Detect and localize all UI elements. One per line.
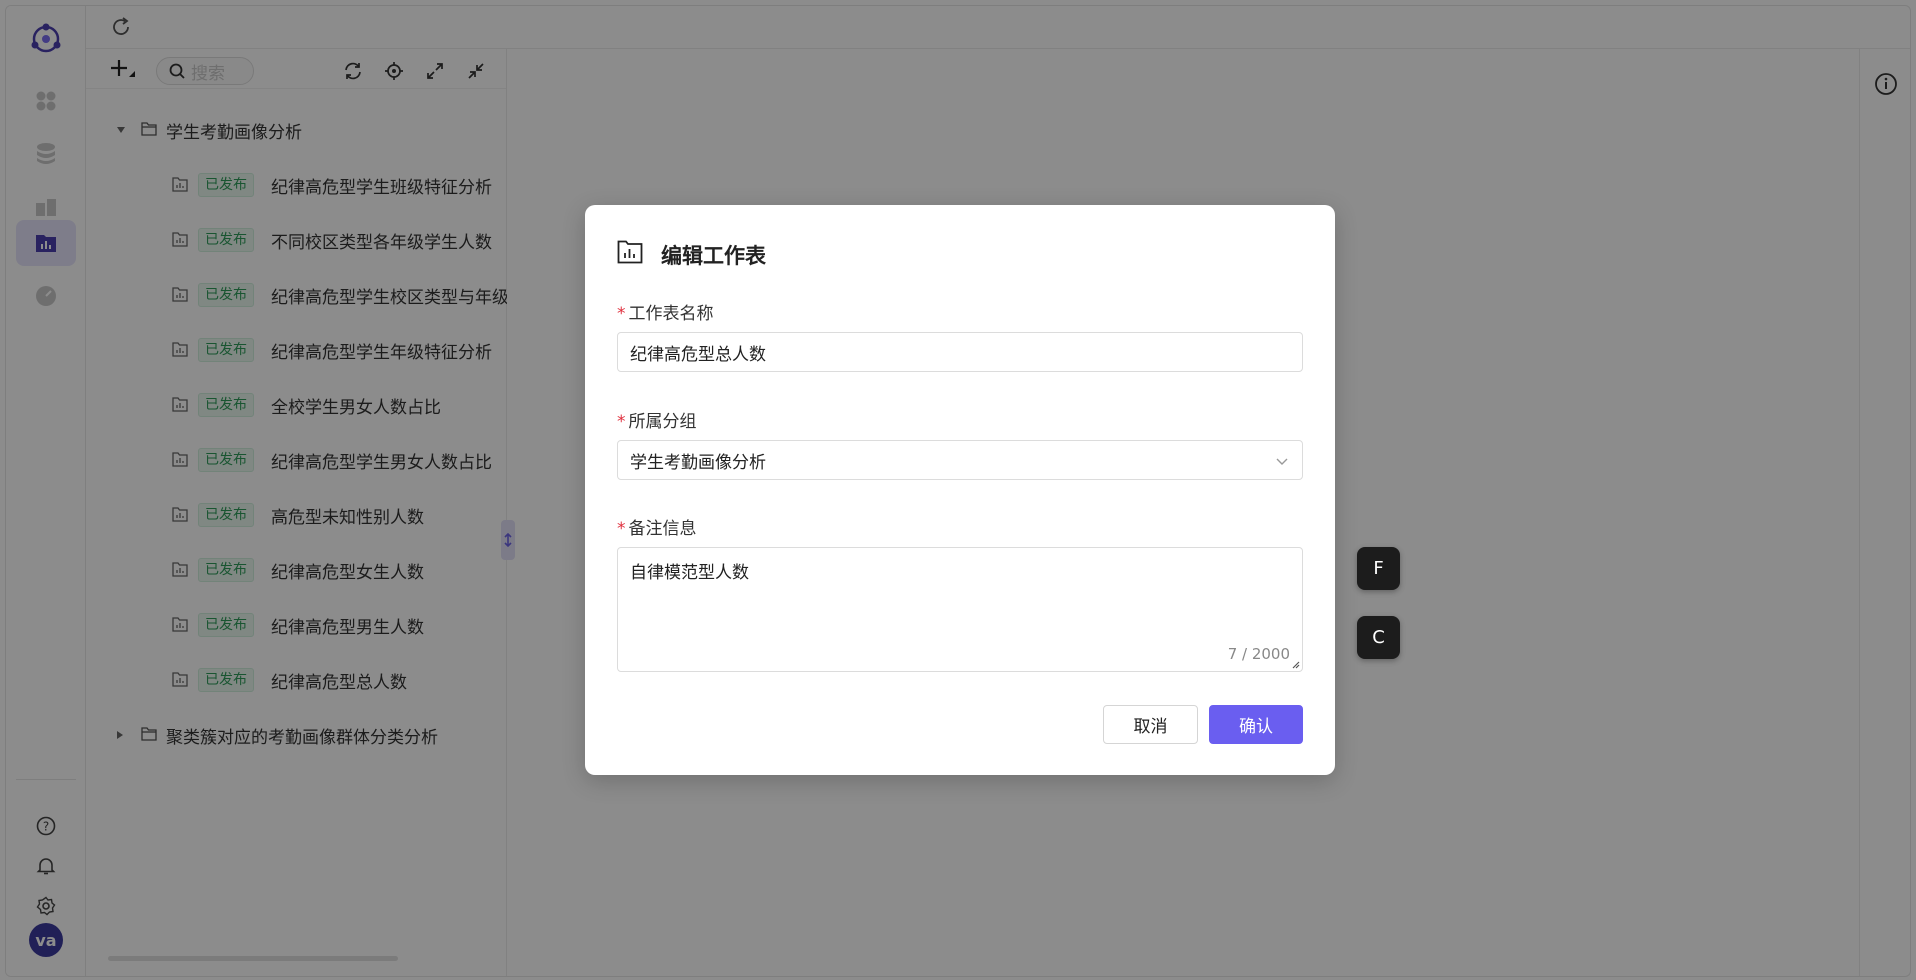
char-count: 7 / 2000 [1227, 645, 1290, 663]
name-label-text: 工作表名称 [628, 304, 714, 324]
name-field-label: * 工作表名称 [617, 299, 714, 324]
group-label-text: 所属分组 [628, 412, 697, 432]
group-select-value: 学生考勤画像分析 [630, 452, 766, 473]
note-textarea-value: 自律模范型人数 [630, 563, 749, 583]
confirm-button[interactable]: 确认 [1209, 705, 1303, 744]
worksheet-name-input[interactable]: 纪律高危型总人数 [617, 332, 1303, 372]
group-field-label: * 所属分组 [617, 407, 697, 432]
note-textarea[interactable]: 自律模范型人数 7 / 2000 [617, 547, 1303, 672]
required-mark: * [617, 519, 626, 539]
edit-worksheet-dialog: 编辑工作表 * 工作表名称 纪律高危型总人数 * 所属分组 学生考勤画像分析 * 备注… [585, 205, 1335, 775]
resize-grip-icon[interactable] [1290, 659, 1300, 669]
required-mark: * [617, 304, 626, 324]
cancel-button[interactable]: 取消 [1103, 705, 1198, 744]
dialog-title: 编辑工作表 [661, 244, 766, 268]
note-field-label: * 备注信息 [617, 514, 697, 539]
chevron-down-icon [1276, 458, 1288, 465]
float-button-f[interactable]: F [1357, 547, 1400, 590]
chart-sheet-icon [617, 240, 643, 264]
note-label-text: 备注信息 [628, 519, 697, 539]
required-mark: * [617, 412, 626, 432]
group-select[interactable]: 学生考勤画像分析 [617, 440, 1303, 480]
float-button-c[interactable]: C [1357, 616, 1400, 659]
